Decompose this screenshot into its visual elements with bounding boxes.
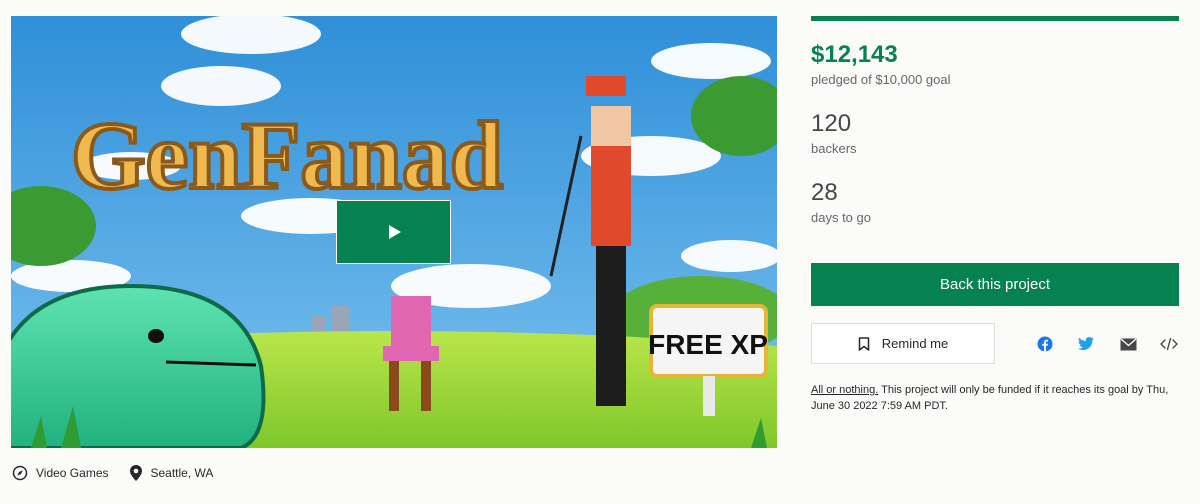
game-logo-text: GenFanad xyxy=(71,102,503,209)
share-facebook-button[interactable] xyxy=(1035,334,1055,354)
twitter-icon xyxy=(1078,337,1094,350)
embed-icon xyxy=(1160,337,1178,351)
back-project-button[interactable]: Back this project xyxy=(811,263,1179,306)
all-or-nothing-link[interactable]: All or nothing. xyxy=(811,384,878,396)
compass-icon xyxy=(12,465,28,481)
pledged-amount: $12,143 xyxy=(811,41,898,68)
email-icon xyxy=(1120,337,1136,350)
location-link[interactable]: Seattle, WA xyxy=(129,464,214,482)
funding-note: All or nothing. This project will only b… xyxy=(811,382,1179,414)
remind-me-label: Remind me xyxy=(881,336,949,351)
project-meta: Video Games Seattle, WA xyxy=(12,463,233,483)
embed-button[interactable] xyxy=(1159,334,1179,354)
pledged-goal-label: pledged of $10,000 goal xyxy=(811,72,951,87)
days-to-go-count: 28 xyxy=(811,179,838,206)
remind-me-button[interactable]: Remind me xyxy=(811,323,995,364)
project-video[interactable]: FREE XP GenFanad xyxy=(11,16,777,448)
play-video-button[interactable] xyxy=(336,200,451,264)
category-link[interactable]: Video Games xyxy=(12,465,109,481)
backers-count: 120 xyxy=(811,110,852,137)
days-to-go-label: days to go xyxy=(811,210,871,225)
share-twitter-button[interactable] xyxy=(1076,334,1096,354)
backers-label: backers xyxy=(811,141,857,156)
sign-text: FREE XP xyxy=(648,329,768,360)
map-pin-icon xyxy=(129,465,142,481)
share-email-button[interactable] xyxy=(1118,334,1138,354)
play-icon xyxy=(388,225,401,239)
facebook-icon xyxy=(1037,336,1053,352)
funding-progress-fill xyxy=(811,16,1179,21)
bookmark-icon xyxy=(858,336,870,351)
category-label: Video Games xyxy=(36,466,109,480)
location-label: Seattle, WA xyxy=(150,466,214,480)
funding-panel: $12,143 pledged of $10,000 goal 120 back… xyxy=(811,16,1179,412)
funding-progress-bar xyxy=(811,16,1179,21)
